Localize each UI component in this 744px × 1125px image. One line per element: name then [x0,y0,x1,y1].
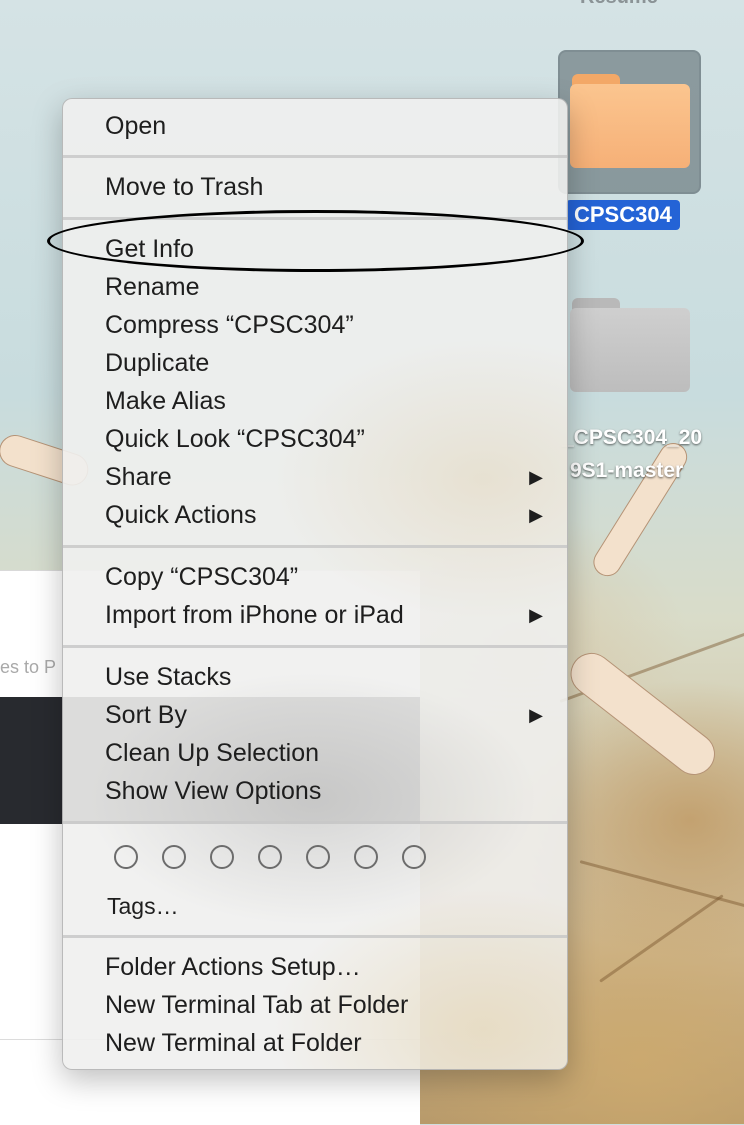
menu-item-new-terminal[interactable]: New Terminal at Folder [63,1024,567,1062]
folder-icon-cpsc304-master[interactable] [570,298,690,394]
menu-item-label: Copy “CPSC304” [105,563,299,591]
window-partial-text: es to P [0,657,57,677]
desktop-icon-label-partial: Resume [580,0,658,9]
menu-separator [63,821,567,824]
grass-decoration [599,894,724,983]
folder-icon-cpsc304[interactable] [570,74,690,170]
menu-separator [63,155,567,158]
submenu-arrow-icon: ▶ [529,505,543,525]
menu-item-share[interactable]: Share ▶ [63,458,567,496]
desktop-icon-label-cpsc304[interactable]: CPSC304 [566,200,680,230]
menu-separator [63,545,567,548]
menu-item-label: Rename [105,273,200,301]
menu-item-move-to-trash[interactable]: Move to Trash [63,168,567,206]
menu-item-open[interactable]: Open [63,107,567,145]
menu-item-label: Quick Actions [105,501,257,529]
menu-item-tags[interactable]: Tags… [63,887,567,925]
menu-item-use-stacks[interactable]: Use Stacks [63,658,567,696]
menu-item-label: Get Info [105,235,194,263]
menu-item-copy[interactable]: Copy “CPSC304” [63,558,567,596]
wallpaper-figure-leg [562,644,724,784]
menu-item-label: Clean Up Selection [105,739,320,767]
menu-item-label: Sort By [105,701,187,729]
menu-separator [63,935,567,938]
menu-item-make-alias[interactable]: Make Alias [63,382,567,420]
menu-item-label: Use Stacks [105,663,232,691]
menu-item-label: Duplicate [105,349,210,377]
menu-item-label: New Terminal Tab at Folder [105,991,409,1019]
menu-item-label: Import from iPhone or iPad [105,601,404,629]
menu-item-label: Show View Options [105,777,322,805]
menu-item-import-from-iphone[interactable]: Import from iPhone or iPad ▶ [63,596,567,634]
menu-item-label: Quick Look “CPSC304” [105,425,365,453]
menu-separator [63,645,567,648]
menu-separator [63,217,567,220]
tag-circle-icon[interactable] [258,845,282,869]
tag-circle-icon[interactable] [210,845,234,869]
submenu-arrow-icon: ▶ [529,705,543,725]
menu-item-compress[interactable]: Compress “CPSC304” [63,306,567,344]
menu-item-quick-look[interactable]: Quick Look “CPSC304” [63,420,567,458]
tag-circle-icon[interactable] [402,845,426,869]
submenu-arrow-icon: ▶ [529,467,543,487]
menu-item-clean-up-selection[interactable]: Clean Up Selection [63,734,567,772]
menu-item-label: Make Alias [105,387,226,415]
desktop-icon-label-line2[interactable]: 9S1-master [570,459,683,483]
menu-item-rename[interactable]: Rename [63,268,567,306]
menu-item-get-info[interactable]: Get Info [63,230,567,268]
tag-circle-icon[interactable] [354,845,378,869]
menu-item-label: New Terminal at Folder [105,1029,362,1057]
menu-item-quick-actions[interactable]: Quick Actions ▶ [63,496,567,534]
context-menu: Open Move to Trash Get Info Rename Compr… [62,98,568,1070]
menu-item-duplicate[interactable]: Duplicate [63,344,567,382]
tag-circle-icon[interactable] [162,845,186,869]
menu-item-label: Share [105,463,172,491]
menu-item-label: Move to Trash [105,173,264,201]
menu-item-label: Open [105,112,167,140]
menu-item-sort-by[interactable]: Sort By ▶ [63,696,567,734]
desktop-icon-label-line1[interactable]: _CPSC304_20 [562,426,702,450]
menu-item-label: Folder Actions Setup… [105,953,361,981]
menu-item-new-terminal-tab[interactable]: New Terminal Tab at Folder [63,986,567,1024]
tag-circle-icon[interactable] [306,845,330,869]
submenu-arrow-icon: ▶ [529,605,543,625]
menu-item-folder-actions-setup[interactable]: Folder Actions Setup… [63,948,567,986]
menu-item-label: Compress “CPSC304” [105,311,354,339]
menu-item-show-view-options[interactable]: Show View Options [63,772,567,810]
tag-circle-icon[interactable] [114,845,138,869]
grass-decoration [579,860,744,910]
menu-item-label: Tags… [107,893,179,919]
